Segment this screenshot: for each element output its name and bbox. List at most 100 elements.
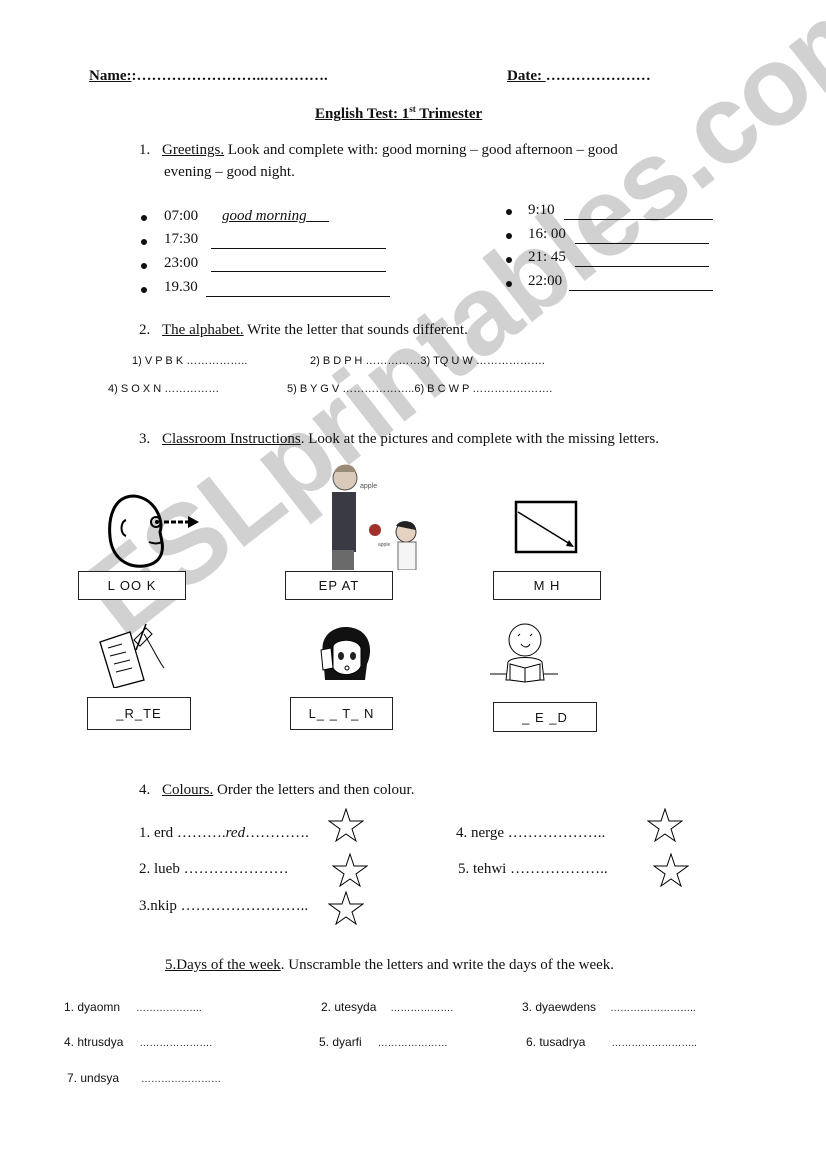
dots: …………………….. xyxy=(610,1003,696,1014)
alphabet-item: 4) S O X N …………… xyxy=(108,383,220,395)
colour-item[interactable]: 5. tehwi ……………….. xyxy=(458,861,608,878)
worksheet-page: Name::……………………..…………. Date: ………………… Engl… xyxy=(0,0,826,1169)
dots: …………………. xyxy=(139,1038,213,1049)
greeting-time: 17:30 xyxy=(164,231,199,247)
section1-number: 1. xyxy=(139,142,151,158)
answer-line[interactable] xyxy=(211,271,386,272)
dots: …………………… xyxy=(141,1074,222,1085)
day-item[interactable]: 3. dyaewdens …………………….. xyxy=(522,1000,696,1014)
day-scramble: 4. htrusdya xyxy=(64,1035,124,1049)
word-text: L OO K xyxy=(107,578,157,593)
bullet-icon xyxy=(506,281,512,287)
section3-instruction: . Look at the pictures and complete with… xyxy=(300,431,659,447)
section2-heading: 2. The alphabet. Write the letter that s… xyxy=(139,322,468,339)
dots: …………………….. xyxy=(176,898,309,914)
word-text: _ E _D xyxy=(522,709,568,725)
title-end: Trimester xyxy=(415,106,483,122)
bullet-icon xyxy=(506,257,512,263)
section5-instruction: . Unscramble the letters and write the d… xyxy=(280,957,615,973)
day-scramble: 7. undsya xyxy=(67,1071,120,1085)
answer-line[interactable] xyxy=(211,248,386,249)
section4-heading: 4. Colours. Order the letters and then c… xyxy=(139,782,414,799)
day-scramble: 3. dyaewdens xyxy=(522,1000,597,1014)
star-icon[interactable] xyxy=(328,808,364,842)
day-item[interactable]: 4. htrusdya …………………. xyxy=(64,1035,212,1049)
write-hand-icon xyxy=(99,623,165,688)
section4-instruction: Order the letters and then colour. xyxy=(213,782,415,798)
svg-text:apple: apple xyxy=(378,542,390,548)
colour-scramble: 5. tehwi xyxy=(458,861,507,877)
colour-scramble: 4. nerge xyxy=(456,825,505,841)
dots: ……………….. xyxy=(506,861,608,877)
greeting-time: 16: 00 xyxy=(528,226,566,242)
greeting-time: 07:00 xyxy=(164,208,199,224)
colour-item[interactable]: 3.nkip …………………….. xyxy=(139,898,308,915)
section2-title: The alphabet. xyxy=(162,322,244,338)
word-text: EP AT xyxy=(318,578,360,593)
colour-scramble: 2. lueb xyxy=(139,861,180,877)
bullet-icon xyxy=(506,233,512,239)
day-item[interactable]: 6. tusadrya …………………….. xyxy=(526,1035,697,1049)
day-item[interactable]: 5. dyarfi ………………… xyxy=(319,1035,448,1049)
section1-instruction: Look and complete with: good morning – g… xyxy=(224,142,618,158)
section5-title: 5.Days of the week xyxy=(165,957,281,973)
day-scramble: 2. utesyda xyxy=(321,1000,377,1014)
alphabet-item: 5) B Y G V ………………..6) B C W P …………………. xyxy=(287,383,553,395)
bullet-icon xyxy=(141,239,147,245)
dots: ………………. xyxy=(390,1003,454,1014)
section3-title: Classroom Instructions xyxy=(162,431,301,447)
star-icon[interactable] xyxy=(328,891,364,925)
star-icon[interactable] xyxy=(653,853,689,887)
alphabet-item: 1) V P B K …………….. xyxy=(132,355,248,367)
colour-answer: red xyxy=(225,825,246,841)
star-icon[interactable] xyxy=(332,853,368,887)
word-box-write[interactable]: _R_TE xyxy=(87,697,191,730)
date-field[interactable]: Date: ………………… xyxy=(507,68,651,85)
colour-scramble: 1. erd xyxy=(139,825,174,841)
colour-item[interactable]: 1. erd ……….red…………. xyxy=(139,825,309,842)
word-text: _R_TE xyxy=(116,706,162,721)
day-scramble: 6. tusadrya xyxy=(526,1035,586,1049)
colour-item[interactable]: 2. lueb ………………… xyxy=(139,861,289,878)
greeting-time: 22:00 xyxy=(528,273,563,289)
section4-title: Colours. xyxy=(162,782,214,798)
name-label: Name: xyxy=(89,68,132,84)
answer-text: good morning xyxy=(222,208,307,224)
look-face-icon xyxy=(108,494,199,568)
match-box-icon xyxy=(514,500,578,554)
word-box-repeat[interactable]: EP AT xyxy=(285,571,393,600)
colour-scramble: 3.nkip xyxy=(139,898,177,914)
answer-line[interactable] xyxy=(206,296,390,297)
greeting-answer[interactable]: good morning xyxy=(222,208,329,225)
answer-line[interactable] xyxy=(564,219,713,220)
answer-line[interactable] xyxy=(575,266,709,267)
greeting-time: 23:00 xyxy=(164,255,199,271)
date-dots: ………………… xyxy=(545,68,651,84)
colour-item[interactable]: 4. nerge ……………….. xyxy=(456,825,605,842)
answer-line[interactable] xyxy=(569,290,713,291)
day-scramble: 5. dyarfi xyxy=(319,1035,362,1049)
dots: ………………… xyxy=(179,861,289,877)
repeat-teacher-icon: apple apple xyxy=(332,464,417,570)
read-boy-icon xyxy=(490,623,558,683)
dots: ………. xyxy=(173,825,226,841)
word-box-match[interactable]: M H xyxy=(493,571,601,600)
alphabet-item: 2) B D P H ……………3) TQ U W ………………. xyxy=(310,355,545,367)
day-scramble: 1. dyaomn xyxy=(64,1000,121,1014)
word-box-listen[interactable]: L_ _ T_ N xyxy=(290,697,393,730)
greeting-time: 9:10 xyxy=(528,202,555,218)
day-item[interactable]: 1. dyaomn ……………….. xyxy=(64,1000,202,1014)
greeting-time: 19.30 xyxy=(164,279,198,295)
name-field[interactable]: Name::……………………..…………. xyxy=(89,68,328,85)
day-item[interactable]: 2. utesyda ………………. xyxy=(321,1000,453,1014)
word-box-read[interactable]: _ E _D xyxy=(493,702,597,732)
answer-line[interactable] xyxy=(575,243,709,244)
day-item[interactable]: 7. undsya …………………… xyxy=(67,1071,221,1085)
dots: …………. xyxy=(245,825,309,841)
page-title: English Test: 1st Trimester xyxy=(315,104,482,123)
section2-number: 2. xyxy=(139,322,151,338)
section1-instruction-line2: evening – good night. xyxy=(164,164,295,180)
star-icon[interactable] xyxy=(647,808,683,842)
word-box-look[interactable]: L OO K xyxy=(78,571,186,600)
greeting-time: 21: 45 xyxy=(528,249,566,265)
